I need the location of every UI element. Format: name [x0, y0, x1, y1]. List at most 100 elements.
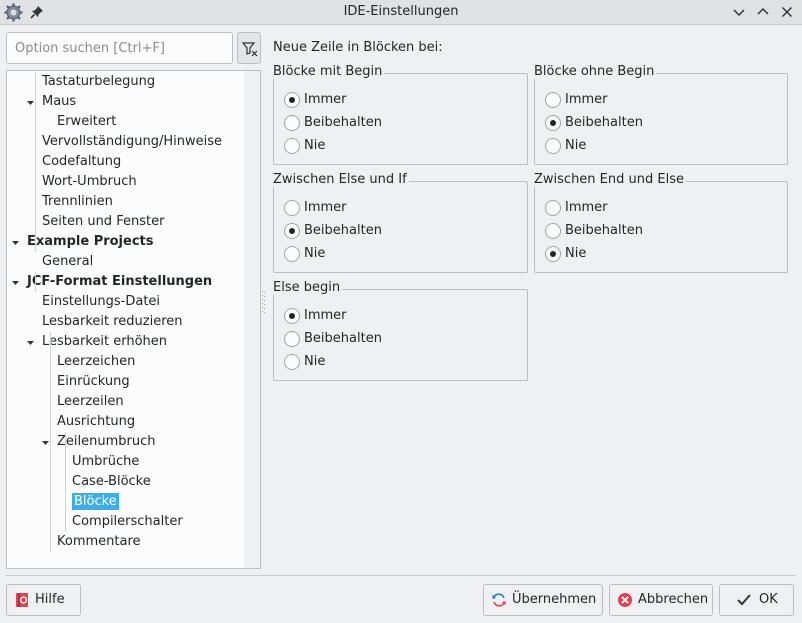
tree-item[interactable]: Maus: [42, 92, 76, 112]
radio-button[interactable]: [545, 138, 561, 154]
cancel-icon: [618, 593, 632, 607]
radio-button[interactable]: [284, 92, 300, 108]
help-button[interactable]: Hilfe: [6, 584, 81, 616]
splitter-handle[interactable]: [262, 290, 266, 316]
tree-item[interactable]: Ausrichtung: [57, 412, 135, 432]
tree-item-label: Leerzeilen: [57, 394, 124, 409]
group-no-begin-blocks: Blöcke ohne Begin Immer Beibehalten Nie: [534, 64, 788, 165]
tree-item-label: Case-Blöcke: [72, 474, 151, 489]
radio-label: Immer: [565, 200, 608, 215]
help-book-icon: [16, 593, 28, 607]
radio-button[interactable]: [284, 246, 300, 262]
group-title: Else begin: [273, 280, 343, 295]
radio-button[interactable]: [545, 115, 561, 131]
tree-item[interactable]: Codefaltung: [42, 152, 121, 172]
ok-label: OK: [759, 592, 778, 607]
tree-item[interactable]: Einrückung: [57, 372, 130, 392]
radio-label: Immer: [304, 308, 347, 323]
tree-item[interactable]: Tastaturbelegung: [42, 72, 155, 92]
footer-divider: [6, 575, 796, 576]
expand-arrow-icon[interactable]: [11, 240, 20, 246]
radio-button[interactable]: [545, 92, 561, 108]
group-title: Blöcke ohne Begin: [534, 64, 657, 79]
tree-item-label: Ausrichtung: [57, 414, 136, 429]
tree-item[interactable]: Lesbarkeit erhöhen: [42, 332, 167, 352]
radio-button[interactable]: [284, 354, 300, 370]
settings-tree[interactable]: Tastaturbelegung Maus Erweitert Vervollstän…: [6, 70, 261, 569]
group-begin-blocks: Blöcke mit Begin Immer Beibehalten Nie: [273, 64, 528, 165]
radio-button[interactable]: [545, 246, 561, 262]
minimize-icon[interactable]: [730, 3, 748, 21]
tree-item[interactable]: Compilerschalter: [72, 512, 183, 532]
tree-item-label: Example Projects: [27, 234, 154, 249]
tree-item-label: Compilerschalter: [72, 514, 183, 529]
tree-item[interactable]: Leerzeichen: [57, 352, 135, 372]
cancel-label: Abbrechen: [638, 592, 709, 607]
radio-label: Immer: [304, 200, 347, 215]
tree-item-label: Blöcke: [72, 493, 119, 510]
radio-button[interactable]: [284, 200, 300, 216]
checkmark-icon: [737, 594, 751, 606]
tree-item[interactable]: Blöcke: [72, 492, 119, 512]
tree-guide-line: [35, 72, 36, 252]
expand-arrow-icon[interactable]: [11, 280, 20, 286]
tree-item[interactable]: Vervollständigung/Hinweise: [42, 132, 222, 152]
tree-item[interactable]: Wort-Umbruch: [42, 172, 137, 192]
radio-label: Beibehalten: [304, 223, 382, 238]
radio-button[interactable]: [284, 138, 300, 154]
page-heading: Neue Zeile in Blöcken bei:: [273, 40, 443, 55]
apply-label: Übernehmen: [512, 592, 597, 607]
tree-item-label: Tastaturbelegung: [42, 74, 156, 89]
tree-item[interactable]: Case-Blöcke: [72, 472, 151, 492]
radio-label: Nie: [304, 246, 326, 261]
tree-item-label: Lesbarkeit erhöhen: [42, 334, 168, 349]
tree-item-label: Codefaltung: [42, 154, 122, 169]
tree-item[interactable]: Lesbarkeit reduzieren: [42, 312, 183, 332]
tree-item[interactable]: Zeilenumbruch: [57, 432, 156, 452]
radio-button[interactable]: [545, 200, 561, 216]
filter-button[interactable]: [237, 32, 261, 64]
radio-button[interactable]: [545, 223, 561, 239]
apply-button[interactable]: Übernehmen: [483, 584, 603, 616]
radio-button[interactable]: [284, 331, 300, 347]
tree-item[interactable]: Einstellungs-Datei: [42, 292, 160, 312]
cancel-button[interactable]: Abbrechen: [609, 584, 713, 616]
tree-item[interactable]: JCF-Format Einstellungen: [27, 272, 212, 292]
tree-item-label: Einrückung: [57, 374, 130, 389]
close-icon[interactable]: [778, 3, 796, 21]
radio-label: Nie: [565, 246, 587, 261]
tree-item-label: Zeilenumbruch: [57, 434, 156, 449]
radio-button[interactable]: [284, 115, 300, 131]
tree-item[interactable]: Erweitert: [57, 112, 116, 132]
radio-label: Nie: [304, 354, 326, 369]
tree-item-label: Vervollständigung/Hinweise: [42, 134, 223, 149]
tree-item-label: Umbrüche: [72, 454, 140, 469]
group-end-else: Zwischen End und Else Immer Beibehalten Nie: [534, 172, 788, 273]
radio-label: Immer: [304, 92, 347, 107]
tree-scrollbar[interactable]: [244, 71, 260, 568]
tree-item[interactable]: Seiten und Fenster: [42, 212, 164, 232]
maximize-icon[interactable]: [754, 3, 772, 21]
expand-arrow-icon[interactable]: [41, 440, 50, 446]
group-else-if: Zwischen Else und If Immer Beibehalten Nie: [273, 172, 528, 273]
tree-item[interactable]: General: [42, 252, 93, 272]
tree-item-label: Seiten und Fenster: [42, 214, 165, 229]
tree-item[interactable]: Umbrüche: [72, 452, 139, 472]
ok-button[interactable]: OK: [719, 584, 794, 616]
radio-button[interactable]: [284, 223, 300, 239]
tree-item[interactable]: Leerzeilen: [57, 392, 124, 412]
window-title: IDE-Einstellungen: [343, 4, 459, 19]
tree-item[interactable]: Example Projects: [27, 232, 154, 252]
radio-button[interactable]: [284, 308, 300, 324]
tree-guide-line: [50, 332, 51, 552]
help-label: Hilfe: [35, 592, 65, 607]
tree-item-label: Lesbarkeit reduzieren: [42, 314, 183, 329]
expand-arrow-icon[interactable]: [26, 340, 35, 346]
tree-item[interactable]: Kommentare: [57, 532, 141, 552]
expand-arrow-icon[interactable]: [26, 100, 35, 106]
search-input[interactable]: [6, 32, 233, 64]
tree-item[interactable]: Trennlinien: [42, 192, 113, 212]
tree-item-label: Leerzeichen: [57, 354, 136, 369]
radio-label: Immer: [565, 92, 608, 107]
tree-item-label: Maus: [42, 94, 77, 109]
